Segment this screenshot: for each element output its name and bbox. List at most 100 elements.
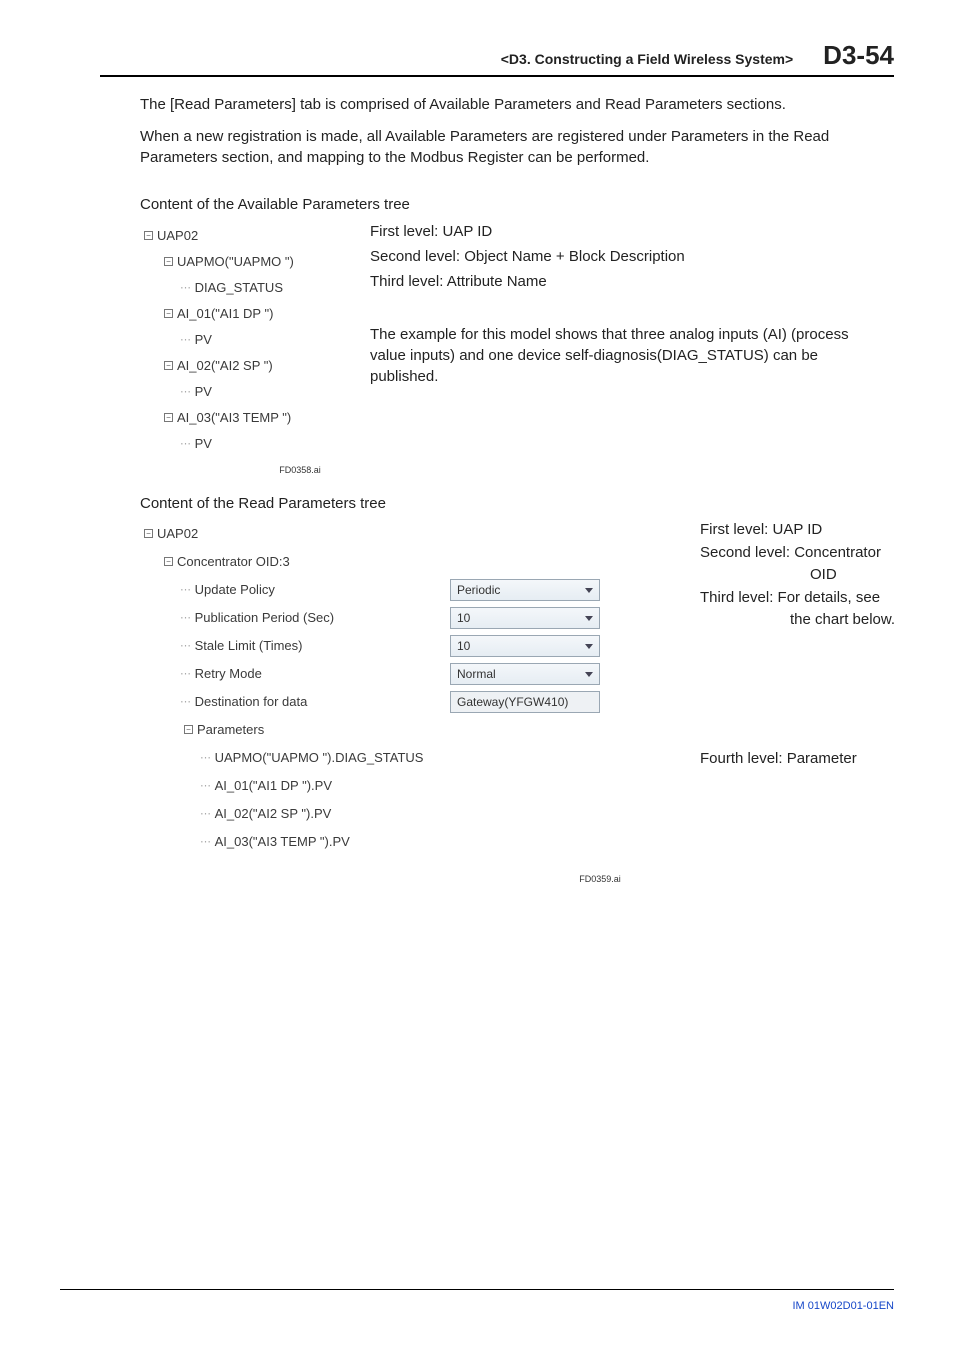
tree-node-ai01-pv[interactable]: ⋯ PV: [140, 327, 350, 353]
tree-connector-icon: ⋯: [200, 751, 211, 764]
tree-node-uap[interactable]: − UAP02: [140, 223, 350, 249]
available-params-description: First level: UAP ID Second level: Object…: [350, 221, 884, 391]
retry-mode-select[interactable]: Normal: [450, 663, 600, 685]
tree-node-ai01[interactable]: − AI_01("AI1 DP "): [140, 301, 350, 327]
page: <D3. Constructing a Field Wireless Syste…: [0, 0, 954, 1350]
tree-node-param-diag[interactable]: ⋯ UAPMO("UAPMO ").DIAG_STATUS: [140, 750, 450, 765]
tree-connector-icon: ⋯: [180, 639, 191, 652]
tree-label: DIAG_STATUS: [195, 280, 283, 295]
tree-connector-icon: ⋯: [180, 667, 191, 680]
collapse-icon[interactable]: −: [164, 413, 173, 422]
tree-label: AI_02("AI2 SP ").PV: [215, 806, 332, 821]
desc-level-3: Third level: Attribute Name: [370, 271, 884, 292]
tree-connector-icon: ⋯: [180, 437, 191, 450]
update-policy-select[interactable]: Periodic: [450, 579, 600, 601]
collapse-icon[interactable]: −: [164, 361, 173, 370]
side-level-3b: the chart below.: [700, 610, 950, 630]
tree-node-uapmo[interactable]: − UAPMO("UAPMO "): [140, 249, 350, 275]
tree-connector-icon: ⋯: [200, 835, 211, 848]
tree-node-param-ai01[interactable]: ⋯ AI_01("AI1 DP ").PV: [140, 778, 450, 793]
header-page-number: D3-54: [823, 40, 894, 71]
tree-connector-icon: ⋯: [200, 779, 211, 792]
stale-limit-select[interactable]: 10: [450, 635, 600, 657]
tree-label: AI_03("AI3 TEMP ").PV: [215, 834, 350, 849]
side-level-3a: Third level: For details, see: [700, 588, 950, 608]
tree-node-update-policy[interactable]: ⋯ Update Policy: [140, 582, 450, 597]
tree-node-ai02-pv[interactable]: ⋯ PV: [140, 379, 350, 405]
tree-label: Publication Period (Sec): [195, 610, 334, 625]
header-title: <D3. Constructing a Field Wireless Syste…: [501, 51, 793, 67]
tree-label: Parameters: [197, 722, 264, 737]
read-params-side-labels: First level: UAP ID Second level: Concen…: [700, 520, 950, 773]
collapse-icon[interactable]: −: [144, 529, 153, 538]
tree-label: UAPMO("UAPMO ").DIAG_STATUS: [215, 750, 424, 765]
tree-connector-icon: ⋯: [180, 333, 191, 346]
collapse-icon[interactable]: −: [164, 309, 173, 318]
tree-node-publication-period[interactable]: ⋯ Publication Period (Sec): [140, 610, 450, 625]
tree-label: Concentrator OID:3: [177, 554, 290, 569]
tree-connector-icon: ⋯: [200, 807, 211, 820]
tree-node-stale-limit[interactable]: ⋯ Stale Limit (Times): [140, 638, 450, 653]
footer-doc-id: IM 01W02D01-01EN: [793, 1300, 895, 1312]
tree-connector-icon: ⋯: [180, 583, 191, 596]
publication-period-select[interactable]: 10: [450, 607, 600, 629]
collapse-icon[interactable]: −: [164, 557, 173, 566]
tree-connector-icon: ⋯: [180, 695, 191, 708]
select-value: 10: [457, 611, 470, 625]
tree-label: AI_02("AI2 SP "): [177, 358, 273, 373]
desc-level-1: First level: UAP ID: [370, 221, 884, 242]
desc-example: The example for this model shows that th…: [370, 324, 884, 387]
collapse-icon[interactable]: −: [164, 257, 173, 266]
tree-label: PV: [195, 384, 212, 399]
tree-node-retry-mode[interactable]: ⋯ Retry Mode: [140, 666, 450, 681]
figure-label-2: FD0359.ai: [560, 874, 640, 884]
readonly-value: Gateway(YFGW410): [457, 695, 568, 709]
tree-node-ai02[interactable]: − AI_02("AI2 SP "): [140, 353, 350, 379]
tree-node-destination[interactable]: ⋯ Destination for data: [140, 694, 450, 709]
tree-label: UAPMO("UAPMO "): [177, 254, 294, 269]
tree-label: UAP02: [157, 228, 198, 243]
tree-label: UAP02: [157, 526, 198, 541]
figure-label-1: FD0358.ai: [260, 465, 340, 475]
side-level-2a: Second level: Concentrator: [700, 543, 950, 563]
tree-label: Stale Limit (Times): [195, 638, 303, 653]
tree-connector-icon: ⋯: [180, 611, 191, 624]
tree-node-uap[interactable]: − UAP02: [140, 526, 450, 541]
read-params-title: Content of the Read Parameters tree: [140, 495, 884, 512]
tree-label: Destination for data: [195, 694, 308, 709]
select-value: Periodic: [457, 583, 500, 597]
tree-label: AI_03("AI3 TEMP "): [177, 410, 291, 425]
available-params-title: Content of the Available Parameters tree: [140, 196, 884, 213]
side-level-4: Fourth level: Parameter: [700, 749, 950, 769]
read-params-tree: − UAP02 − Concentrator OID:3 ⋯ Update Po…: [140, 520, 680, 856]
destination-readonly: Gateway(YFGW410): [450, 691, 600, 713]
page-header: <D3. Constructing a Field Wireless Syste…: [100, 40, 894, 77]
tree-label: AI_01("AI1 DP ").PV: [215, 778, 332, 793]
collapse-icon[interactable]: −: [184, 725, 193, 734]
tree-connector-icon: ⋯: [180, 281, 191, 294]
desc-level-2: Second level: Object Name + Block Descri…: [370, 246, 884, 267]
tree-label: AI_01("AI1 DP "): [177, 306, 273, 321]
select-value: Normal: [457, 667, 496, 681]
tree-label: PV: [195, 436, 212, 451]
tree-node-param-ai02[interactable]: ⋯ AI_02("AI2 SP ").PV: [140, 806, 450, 821]
available-params-figure: − UAP02 − UAPMO("UAPMO ") ⋯ DIAG_STATUS …: [140, 221, 884, 457]
tree-node-ai03[interactable]: − AI_03("AI3 TEMP "): [140, 405, 350, 431]
intro-paragraph-2: When a new registration is made, all Ava…: [140, 127, 884, 168]
tree-node-ai03-pv[interactable]: ⋯ PV: [140, 431, 350, 457]
select-value: 10: [457, 639, 470, 653]
tree-node-concentrator[interactable]: − Concentrator OID:3: [140, 554, 450, 569]
body: The [Read Parameters] tab is comprised o…: [140, 95, 884, 884]
tree-node-param-ai03[interactable]: ⋯ AI_03("AI3 TEMP ").PV: [140, 834, 450, 849]
side-level-2b: OID: [700, 565, 950, 585]
collapse-icon[interactable]: −: [144, 231, 153, 240]
tree-label: Update Policy: [195, 582, 275, 597]
footer-rule: [60, 1289, 894, 1290]
intro-paragraph-1: The [Read Parameters] tab is comprised o…: [140, 95, 884, 115]
read-params-figure: − UAP02 − Concentrator OID:3 ⋯ Update Po…: [140, 520, 884, 856]
tree-label: Retry Mode: [195, 666, 262, 681]
tree-connector-icon: ⋯: [180, 385, 191, 398]
tree-label: PV: [195, 332, 212, 347]
tree-node-diag-status[interactable]: ⋯ DIAG_STATUS: [140, 275, 350, 301]
tree-node-parameters[interactable]: − Parameters: [140, 722, 450, 737]
